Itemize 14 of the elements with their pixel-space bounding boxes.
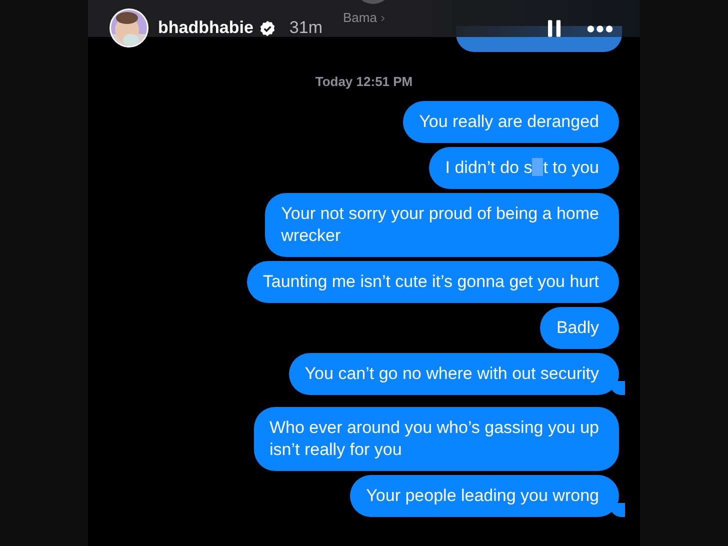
message-bubble: Who ever around you who’s gassing you up isn’t really for you: [254, 407, 619, 471]
message-bubble: Taunting me isn’t cute it’s gonna get you hurt: [246, 261, 619, 303]
message-bubble: Your not sorry your proud of being a home wrecker: [265, 193, 619, 257]
song-link[interactable]: Bama ›: [343, 10, 385, 25]
message-bubble: Your people leading you wrong: [350, 475, 625, 517]
message-bubble: You can’t go no where with out security: [288, 353, 625, 395]
more-icon[interactable]: [587, 24, 613, 32]
message-bubble: Badly: [540, 307, 619, 349]
message-bubble: You really are deranged: [403, 101, 619, 143]
username[interactable]: bhadbhabie: [158, 18, 254, 38]
pause-icon[interactable]: [548, 20, 561, 37]
timestamp: Today 12:51 PM: [314, 74, 414, 89]
message-bubble: I didn’t do s t to you: [429, 147, 619, 189]
post-time: 31m: [289, 18, 322, 38]
